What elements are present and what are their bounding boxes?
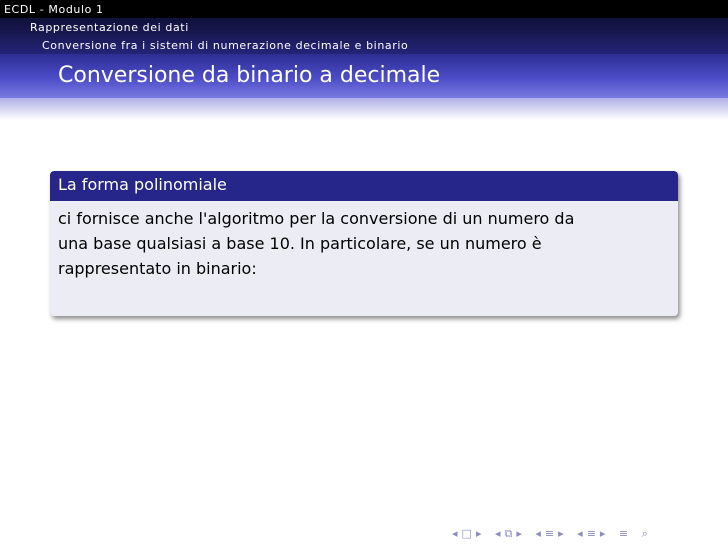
block-title: La forma polinomiale <box>58 175 227 194</box>
next-subsection-icon[interactable]: ▸ <box>558 527 564 540</box>
headline-subsection-bar: Conversione fra i sistemi di numerazione… <box>0 36 728 54</box>
block-body: ci fornisce anche l'algoritmo per la con… <box>50 201 678 281</box>
headline-section-bar: Rappresentazione dei dati <box>0 18 728 36</box>
subsection-icon[interactable]: ≡ <box>545 527 554 540</box>
next-section-icon[interactable]: ▸ <box>600 527 606 540</box>
block-title-bar: La forma polinomiale <box>50 171 678 201</box>
frame-title-bar: Conversione da binario a decimale <box>0 54 728 120</box>
prev-section-icon[interactable]: ◂ <box>577 527 583 540</box>
block-line: una base qualsiasi a base 10. In partico… <box>58 234 542 253</box>
prev-frame-icon[interactable]: ◂ <box>495 527 501 540</box>
slide-icon[interactable]: □ <box>462 527 472 540</box>
prev-slide-icon[interactable]: ◂ <box>452 527 458 540</box>
next-frame-icon[interactable]: ▸ <box>516 527 522 540</box>
section-title[interactable]: Rappresentazione dei dati <box>30 21 189 34</box>
block-line: rappresentato in binario: <box>58 259 257 278</box>
content-block: La forma polinomiale ci fornisce anche l… <box>50 171 678 316</box>
align-icon[interactable]: ≡ <box>619 527 628 540</box>
headline-course-bar: ECDL - Modulo 1 <box>0 0 728 18</box>
section-icon[interactable]: ≡ <box>587 527 596 540</box>
search-icon[interactable]: ⌕ <box>642 527 648 541</box>
subsection-title[interactable]: Conversione fra i sistemi di numerazione… <box>42 39 408 52</box>
navigation-bar: ◂ □ ▸ ◂ ⧉ ▸ ◂ ≡ ▸ ◂ ≡ ▸ ≡ ⌕ <box>452 527 652 541</box>
frame-title: Conversione da binario a decimale <box>58 63 441 88</box>
block-line: ci fornisce anche l'algoritmo per la con… <box>58 209 575 228</box>
frame-icon[interactable]: ⧉ <box>505 527 513 541</box>
next-slide-icon[interactable]: ▸ <box>476 527 482 540</box>
prev-subsection-icon[interactable]: ◂ <box>535 527 541 540</box>
course-title[interactable]: ECDL - Modulo 1 <box>4 3 104 16</box>
